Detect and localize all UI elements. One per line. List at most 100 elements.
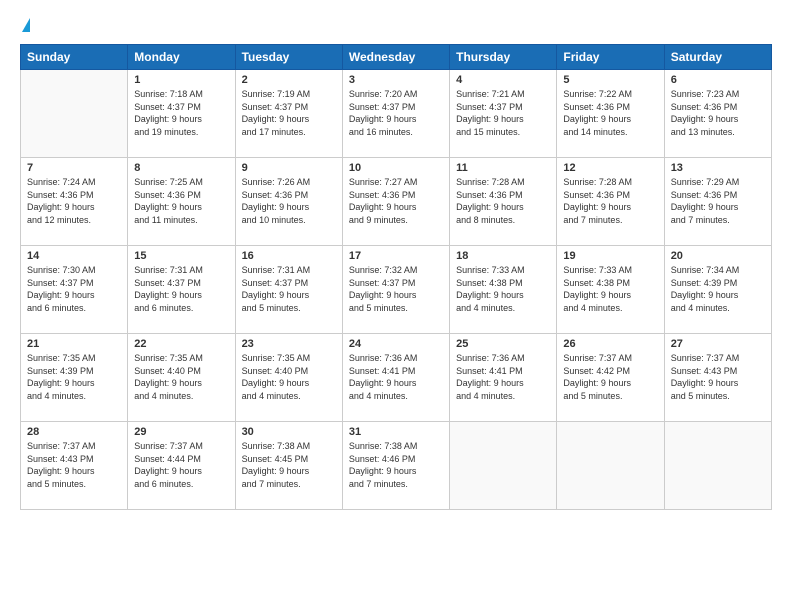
day-info: Sunrise: 7:27 AMSunset: 4:36 PMDaylight:…: [349, 176, 443, 226]
calendar-week-row: 28 Sunrise: 7:37 AMSunset: 4:43 PMDayligh…: [21, 422, 772, 510]
calendar-cell: 8 Sunrise: 7:25 AMSunset: 4:36 PMDaylight…: [128, 158, 235, 246]
day-number: 7: [27, 162, 121, 174]
calendar-cell: 30Sunrise: 7:38 AMSunset: 4:45 PMDayligh…: [235, 422, 342, 510]
calendar-cell: 21Sunrise: 7:35 AMSunset: 4:39 PMDayligh…: [21, 334, 128, 422]
day-info: Sunrise: 7:23 AMSunset: 4:36 PMDaylight:…: [671, 88, 765, 138]
calendar-cell: 15 Sunrise: 7:31 AMSunset: 4:37 PMDayligh…: [128, 246, 235, 334]
day-info: Sunrise: 7:18 AMSunset: 4:37 PMDaylight:…: [134, 88, 228, 138]
day-info: Sunrise: 7:26 AMSunset: 4:36 PMDaylight:…: [242, 176, 336, 226]
calendar-week-row: 1 Sunrise: 7:18 AMSunset: 4:37 PMDaylight…: [21, 70, 772, 158]
calendar-cell: 2 Sunrise: 7:19 AMSunset: 4:37 PMDaylight…: [235, 70, 342, 158]
day-number: 18: [456, 250, 550, 262]
calendar-header-wednesday: Wednesday: [342, 45, 449, 70]
day-info: Sunrise: 7:31 AMSunset: 4:37 PMDaylight:…: [134, 264, 228, 314]
calendar-week-row: 14Sunrise: 7:30 AMSunset: 4:37 PMDayligh…: [21, 246, 772, 334]
calendar-cell: 6 Sunrise: 7:23 AMSunset: 4:36 PMDaylight…: [664, 70, 771, 158]
day-number: 9: [242, 162, 336, 174]
calendar-cell: [21, 70, 128, 158]
day-number: 17: [349, 250, 443, 262]
day-info: Sunrise: 7:21 AMSunset: 4:37 PMDaylight:…: [456, 88, 550, 138]
calendar-header-friday: Friday: [557, 45, 664, 70]
calendar-week-row: 21Sunrise: 7:35 AMSunset: 4:39 PMDayligh…: [21, 334, 772, 422]
day-info: Sunrise: 7:38 AMSunset: 4:46 PMDaylight:…: [349, 440, 443, 490]
calendar-cell: 10 Sunrise: 7:27 AMSunset: 4:36 PMDayligh…: [342, 158, 449, 246]
day-number: 29: [134, 426, 228, 438]
day-info: Sunrise: 7:37 AMSunset: 4:43 PMDaylight:…: [671, 352, 765, 402]
day-number: 10: [349, 162, 443, 174]
calendar-cell: [557, 422, 664, 510]
day-number: 19: [563, 250, 657, 262]
day-info: Sunrise: 7:35 AMSunset: 4:40 PMDaylight:…: [134, 352, 228, 402]
day-number: 23: [242, 338, 336, 350]
calendar-cell: [664, 422, 771, 510]
logo: [20, 18, 30, 34]
calendar-cell: 3Sunrise: 7:20 AMSunset: 4:37 PMDaylight…: [342, 70, 449, 158]
page: SundayMondayTuesdayWednesdayThursdayFrid…: [0, 0, 792, 612]
logo-text: [20, 18, 30, 34]
calendar-cell: 11 Sunrise: 7:28 AMSunset: 4:36 PMDayligh…: [450, 158, 557, 246]
calendar-cell: 26Sunrise: 7:37 AMSunset: 4:42 PMDayligh…: [557, 334, 664, 422]
day-info: Sunrise: 7:29 AMSunset: 4:36 PMDaylight:…: [671, 176, 765, 226]
calendar-cell: 28 Sunrise: 7:37 AMSunset: 4:43 PMDayligh…: [21, 422, 128, 510]
calendar-cell: 24Sunrise: 7:36 AMSunset: 4:41 PMDayligh…: [342, 334, 449, 422]
day-info: Sunrise: 7:32 AMSunset: 4:37 PMDaylight:…: [349, 264, 443, 314]
calendar-cell: 4 Sunrise: 7:21 AMSunset: 4:37 PMDaylight…: [450, 70, 557, 158]
day-number: 8: [134, 162, 228, 174]
day-info: Sunrise: 7:25 AMSunset: 4:36 PMDaylight:…: [134, 176, 228, 226]
day-number: 14: [27, 250, 121, 262]
calendar-header-monday: Monday: [128, 45, 235, 70]
day-number: 20: [671, 250, 765, 262]
calendar-cell: 27 Sunrise: 7:37 AMSunset: 4:43 PMDayligh…: [664, 334, 771, 422]
calendar-cell: 25 Sunrise: 7:36 AMSunset: 4:41 PMDayligh…: [450, 334, 557, 422]
day-info: Sunrise: 7:28 AMSunset: 4:36 PMDaylight:…: [563, 176, 657, 226]
calendar-week-row: 7 Sunrise: 7:24 AMSunset: 4:36 PMDaylight…: [21, 158, 772, 246]
day-number: 12: [563, 162, 657, 174]
day-info: Sunrise: 7:20 AMSunset: 4:37 PMDaylight:…: [349, 88, 443, 138]
day-info: Sunrise: 7:37 AMSunset: 4:42 PMDaylight:…: [563, 352, 657, 402]
day-number: 25: [456, 338, 550, 350]
calendar-cell: 20Sunrise: 7:34 AMSunset: 4:39 PMDayligh…: [664, 246, 771, 334]
calendar-cell: 29 Sunrise: 7:37 AMSunset: 4:44 PMDayligh…: [128, 422, 235, 510]
calendar-cell: [450, 422, 557, 510]
calendar-cell: 18 Sunrise: 7:33 AMSunset: 4:38 PMDayligh…: [450, 246, 557, 334]
calendar-header-sunday: Sunday: [21, 45, 128, 70]
calendar-header-row: SundayMondayTuesdayWednesdayThursdayFrid…: [21, 45, 772, 70]
day-info: Sunrise: 7:33 AMSunset: 4:38 PMDaylight:…: [456, 264, 550, 314]
calendar-header-thursday: Thursday: [450, 45, 557, 70]
day-info: Sunrise: 7:19 AMSunset: 4:37 PMDaylight:…: [242, 88, 336, 138]
day-info: Sunrise: 7:36 AMSunset: 4:41 PMDaylight:…: [456, 352, 550, 402]
calendar-cell: 13 Sunrise: 7:29 AMSunset: 4:36 PMDayligh…: [664, 158, 771, 246]
calendar-cell: 22 Sunrise: 7:35 AMSunset: 4:40 PMDayligh…: [128, 334, 235, 422]
day-info: Sunrise: 7:31 AMSunset: 4:37 PMDaylight:…: [242, 264, 336, 314]
day-number: 1: [134, 74, 228, 86]
day-info: Sunrise: 7:24 AMSunset: 4:36 PMDaylight:…: [27, 176, 121, 226]
calendar-cell: 9 Sunrise: 7:26 AMSunset: 4:36 PMDaylight…: [235, 158, 342, 246]
day-info: Sunrise: 7:37 AMSunset: 4:43 PMDaylight:…: [27, 440, 121, 490]
calendar-table: SundayMondayTuesdayWednesdayThursdayFrid…: [20, 44, 772, 510]
day-info: Sunrise: 7:28 AMSunset: 4:36 PMDaylight:…: [456, 176, 550, 226]
day-info: Sunrise: 7:33 AMSunset: 4:38 PMDaylight:…: [563, 264, 657, 314]
day-number: 6: [671, 74, 765, 86]
day-number: 21: [27, 338, 121, 350]
day-number: 22: [134, 338, 228, 350]
calendar-header-saturday: Saturday: [664, 45, 771, 70]
calendar-cell: 12 Sunrise: 7:28 AMSunset: 4:36 PMDayligh…: [557, 158, 664, 246]
day-info: Sunrise: 7:36 AMSunset: 4:41 PMDaylight:…: [349, 352, 443, 402]
day-number: 31: [349, 426, 443, 438]
day-number: 2: [242, 74, 336, 86]
calendar-cell: 17 Sunrise: 7:32 AMSunset: 4:37 PMDayligh…: [342, 246, 449, 334]
calendar-cell: 7 Sunrise: 7:24 AMSunset: 4:36 PMDaylight…: [21, 158, 128, 246]
day-number: 16: [242, 250, 336, 262]
day-number: 27: [671, 338, 765, 350]
day-number: 13: [671, 162, 765, 174]
calendar-cell: 23Sunrise: 7:35 AMSunset: 4:40 PMDayligh…: [235, 334, 342, 422]
day-info: Sunrise: 7:37 AMSunset: 4:44 PMDaylight:…: [134, 440, 228, 490]
calendar-cell: 14Sunrise: 7:30 AMSunset: 4:37 PMDayligh…: [21, 246, 128, 334]
day-info: Sunrise: 7:22 AMSunset: 4:36 PMDaylight:…: [563, 88, 657, 138]
day-number: 28: [27, 426, 121, 438]
day-info: Sunrise: 7:38 AMSunset: 4:45 PMDaylight:…: [242, 440, 336, 490]
day-number: 4: [456, 74, 550, 86]
calendar-header-tuesday: Tuesday: [235, 45, 342, 70]
day-number: 11: [456, 162, 550, 174]
day-number: 15: [134, 250, 228, 262]
